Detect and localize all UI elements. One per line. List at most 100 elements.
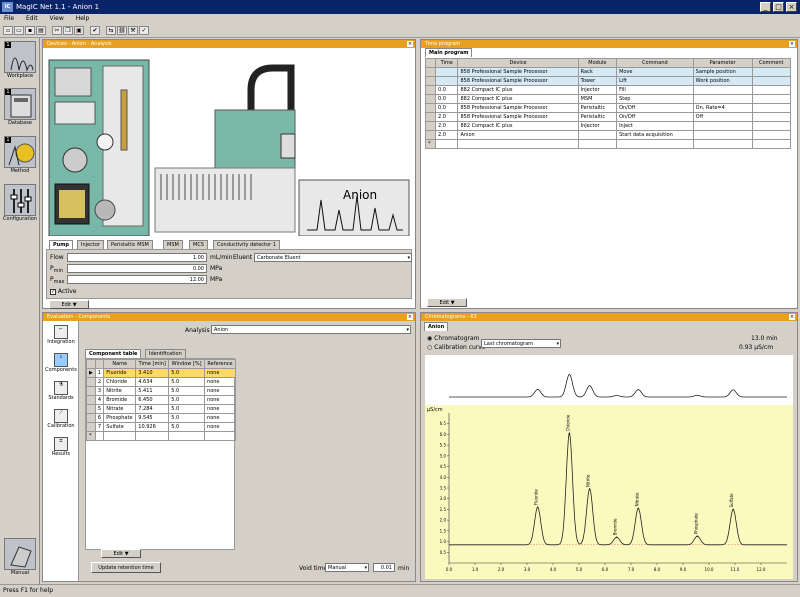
table-row[interactable]: 2 Chloride 4.634 5.0 none	[86, 377, 236, 387]
table-row[interactable]: 0.0 882 Compact IC plus MSM Step	[425, 94, 792, 104]
transfer-icon[interactable]: ⇆	[106, 26, 116, 35]
menu-help[interactable]: Help	[76, 15, 90, 22]
tab-pump[interactable]: Pump	[49, 240, 74, 249]
eluent-select[interactable]: Carbonate Eluent ▾	[254, 253, 412, 262]
menu-edit[interactable]: Edit	[26, 15, 38, 22]
nav-standards[interactable]: ⚗ Standards	[44, 381, 78, 401]
minimize-button[interactable]: _	[760, 2, 771, 12]
void-time-mode-select[interactable]: Manual ▾	[325, 563, 369, 572]
x-tick-label: 12.0	[757, 567, 766, 572]
update-retention-time-button[interactable]: Update retention time	[91, 562, 161, 573]
x-tick-label: 6.0	[602, 567, 609, 572]
y-tick-label: 4.0	[440, 475, 447, 480]
tab-component-table[interactable]: Component table	[85, 349, 142, 358]
save-icon[interactable]: ▪	[25, 26, 35, 35]
y-tick-label: 3.5	[440, 486, 447, 491]
sidebar-item-method[interactable]: 1 Method	[3, 136, 37, 174]
plot-area	[425, 405, 793, 579]
peak-label: Bromide	[613, 518, 618, 535]
table-row[interactable]: 5 Nitrate 7.284 5.0 none	[86, 404, 236, 414]
tab-identification[interactable]: Identification	[145, 349, 186, 358]
timeprog-edit-button[interactable]: Edit ▼	[427, 298, 467, 307]
time-program-panel: Time program × Main program Time Device Mod…	[420, 39, 798, 309]
y-tick-label: 5.5	[440, 443, 447, 448]
active-checkbox[interactable]: ✓ Active	[50, 288, 76, 295]
table-row[interactable]: 0.0 882 Compact IC plus Injector Fill	[425, 85, 792, 95]
link-icon[interactable]: ⛓	[117, 26, 127, 35]
y-tick-label: 6.5	[440, 421, 447, 426]
table-row[interactable]: 2.0 858 Professional Sample Processor Peri…	[425, 112, 792, 122]
new-row[interactable]: *	[86, 431, 236, 441]
tools-icon[interactable]: ⚒	[128, 26, 138, 35]
y-unit-label: µS/cm	[427, 407, 443, 413]
table-row[interactable]: 858 Professional Sample Processor Rack Mov…	[425, 67, 792, 77]
close-icon[interactable]: ×	[789, 41, 795, 47]
analysis-select[interactable]: Anion ▾	[211, 325, 411, 334]
close-icon[interactable]: ×	[789, 314, 795, 320]
tab-main-program[interactable]: Main program	[425, 48, 473, 57]
sidebar-item-database[interactable]: 1 Database	[3, 88, 37, 126]
tab-injector[interactable]: Injector	[77, 240, 104, 249]
tab-mcs[interactable]: MCS	[189, 240, 208, 249]
maximize-button[interactable]: □	[773, 2, 784, 12]
pmin-unit: MPa	[210, 265, 223, 272]
chromatogram-radio[interactable]: ◉ Chromatogram	[427, 335, 480, 342]
table-row[interactable]: 3 Nitrite 5.411 5.0 none	[86, 386, 236, 396]
method-icon: 1	[4, 136, 36, 168]
table-row[interactable]: ▶ 1 Fluoride 3.410 5.0 none	[86, 368, 236, 378]
devices-edit-button[interactable]: Edit ▼	[49, 300, 89, 309]
evaluation-nav: ⌐ Integration ⌕ Components ⚗ Standards ⟋ Cal…	[43, 321, 79, 581]
sidebar-item-configuration[interactable]: Configuration	[3, 184, 37, 222]
tab-anion[interactable]: Anion	[424, 322, 449, 331]
table-row[interactable]: 858 Professional Sample Processor Tower Li…	[425, 76, 792, 86]
paste-icon[interactable]: ▣	[74, 26, 84, 35]
table-row[interactable]: 7 Sulfate 10.926 5.0 none	[86, 422, 236, 432]
database-icon: 1	[4, 88, 36, 120]
close-icon[interactable]: ×	[407, 41, 413, 47]
peak-label: Fluoride	[534, 489, 539, 506]
copy-icon[interactable]: ❐	[63, 26, 73, 35]
void-time-unit: min	[398, 565, 410, 572]
table-row[interactable]: 4 Bromide 6.450 5.0 none	[86, 395, 236, 405]
cut-icon[interactable]: ✂	[52, 26, 62, 35]
table-row[interactable]: 2.0 Anion Start data acquisition	[425, 130, 792, 140]
pmin-field[interactable]: 0.00	[67, 264, 207, 273]
new-icon[interactable]: ▫	[3, 26, 13, 35]
calibration-curve-radio[interactable]: ○ Calibration curve	[427, 344, 486, 351]
nav-calibration[interactable]: ⟋ Calibration	[44, 409, 78, 429]
tab-peristaltic-msm[interactable]: Peristaltic MSM	[107, 240, 153, 249]
sidebar-item-workplace[interactable]: 1 Workplace	[3, 41, 37, 79]
pmax-field[interactable]: 12.00	[67, 275, 207, 284]
sidebar-item-manual[interactable]: Manual	[3, 538, 37, 576]
nav-components[interactable]: ⌕ Components	[44, 353, 78, 373]
start-icon[interactable]: ✔	[90, 26, 100, 35]
check-icon[interactable]: ✓	[139, 26, 149, 35]
table-row[interactable]: 2.0 882 Compact IC plus Injector Inject	[425, 121, 792, 131]
nav-results[interactable]: ± Results	[44, 437, 78, 457]
pump-settings: Flow 1.00 mL/min Pmin 0.00 MPa Pmax 12.0…	[46, 249, 412, 299]
tab-msm[interactable]: MSM	[163, 240, 183, 249]
close-button[interactable]: ×	[786, 2, 797, 12]
devices-panel: Devices - Anion - Analysis × Anion Pump I…	[42, 39, 416, 309]
table-row[interactable]: 0.0 858 Professional Sample Processor Peri…	[425, 103, 792, 113]
table-row[interactable]: 6 Phosphate 9.545 5.0 none	[86, 413, 236, 423]
title-bar: IC MagIC Net 1.1 - Anion 1 _ □ ×	[0, 0, 800, 14]
flow-unit: mL/min	[210, 254, 233, 261]
analysis-label: Analysis	[185, 327, 210, 334]
close-icon[interactable]: ×	[407, 314, 413, 320]
tab-conductivity-detector[interactable]: Conductivity detector 1	[213, 240, 280, 249]
open-icon[interactable]: ▭	[14, 26, 24, 35]
flow-field[interactable]: 1.00	[67, 253, 207, 262]
chromatogram-select[interactable]: Last chromatogram ▾	[481, 339, 561, 348]
menu-file[interactable]: File	[4, 15, 14, 22]
pmax-unit: MPa	[210, 276, 223, 283]
new-row[interactable]: *	[425, 139, 792, 149]
print-icon[interactable]: ▤	[36, 26, 46, 35]
void-time-field[interactable]: 0.01	[373, 563, 395, 572]
evaluation-edit-button[interactable]: Edit ▼	[101, 549, 141, 558]
menu-view[interactable]: View	[50, 15, 64, 22]
nav-integration[interactable]: ⌐ Integration	[44, 325, 78, 345]
x-tick-label: 5.0	[576, 567, 583, 572]
component-table: Name Time [min] Window [%] Reference ▶ 1 Fluo…	[86, 359, 236, 441]
app-logo-icon: IC	[2, 2, 13, 12]
